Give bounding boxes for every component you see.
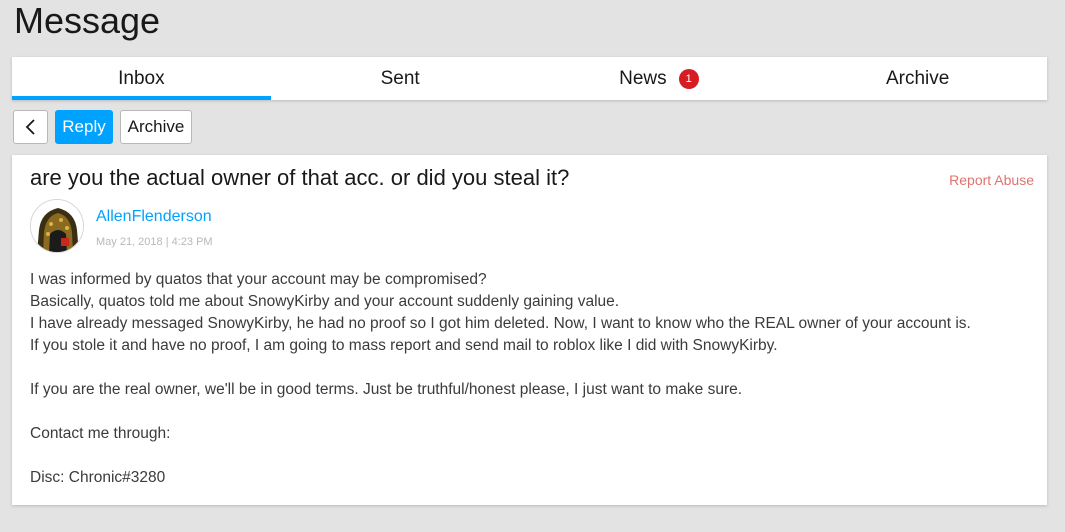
tab-inbox-label: Inbox [118, 67, 165, 89]
tab-sent-label: Sent [380, 67, 420, 89]
message-line: Contact me through: [30, 425, 171, 442]
tab-inbox[interactable]: Inbox [12, 57, 271, 100]
avatar-image [31, 200, 83, 252]
message-line: I was informed by quatos that your accou… [30, 271, 487, 288]
chevron-left-icon [25, 119, 35, 135]
message-body: I was informed by quatos that your accou… [30, 269, 1030, 489]
message-line: If you stole it and have no proof, I am … [30, 337, 778, 354]
message-toolbar: Reply Archive [13, 110, 192, 144]
message-subject: are you the actual owner of that acc. or… [30, 165, 570, 190]
reply-button[interactable]: Reply [55, 110, 113, 144]
message-card: are you the actual owner of that acc. or… [12, 155, 1047, 505]
message-tabs: Inbox Sent News 1 Archive [12, 57, 1047, 100]
message-line: If you are the real owner, we'll be in g… [30, 381, 743, 398]
news-count-badge: 1 [678, 68, 699, 89]
message-line [30, 401, 1030, 423]
page-title: Message [14, 0, 161, 41]
tab-news-label: News [619, 67, 667, 89]
message-line: I have already messaged SnowyKirby, he h… [30, 315, 971, 332]
message-line [30, 445, 1030, 467]
tab-archive[interactable]: Archive [788, 57, 1047, 100]
avatar[interactable] [30, 199, 84, 253]
message-timestamp: May 21, 2018 | 4:23 PM [96, 236, 213, 248]
message-line [30, 357, 1030, 379]
message-line: Disc: Chronic#3280 [30, 469, 166, 486]
archive-button[interactable]: Archive [120, 110, 192, 144]
report-abuse-link[interactable]: Report Abuse [949, 172, 1034, 188]
back-button[interactable] [13, 110, 48, 144]
sender-name-link[interactable]: AllenFlenderson [96, 208, 212, 226]
message-line: Basically, quatos told me about SnowyKir… [30, 293, 620, 310]
tab-news[interactable]: News 1 [530, 57, 789, 100]
tab-sent[interactable]: Sent [271, 57, 530, 100]
tab-archive-label: Archive [885, 67, 950, 89]
